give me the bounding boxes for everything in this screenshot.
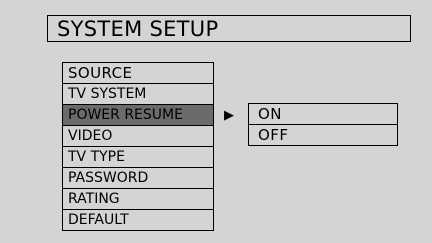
page-title: SYSTEM SETUP bbox=[57, 17, 219, 41]
menu-item-power-resume[interactable]: POWER RESUME bbox=[62, 105, 214, 126]
page-title-box: SYSTEM SETUP bbox=[47, 15, 411, 42]
option-off[interactable]: OFF bbox=[248, 125, 398, 146]
menu-item-default[interactable]: DEFAULT bbox=[62, 210, 214, 231]
power-resume-submenu: ON OFF bbox=[248, 103, 398, 146]
menu-item-video[interactable]: VIDEO bbox=[62, 126, 214, 147]
menu-item-source[interactable]: SOURCE bbox=[62, 63, 214, 84]
menu-item-tv-system[interactable]: TV SYSTEM bbox=[62, 84, 214, 105]
menu-item-rating[interactable]: RATING bbox=[62, 189, 214, 210]
option-on[interactable]: ON bbox=[248, 104, 398, 125]
menu-item-password[interactable]: PASSWORD bbox=[62, 168, 214, 189]
right-triangle-icon: ▶ bbox=[224, 108, 234, 123]
menu-item-tv-type[interactable]: TV TYPE bbox=[62, 147, 214, 168]
setup-menu: SOURCE TV SYSTEM POWER RESUME VIDEO TV T… bbox=[62, 62, 214, 231]
